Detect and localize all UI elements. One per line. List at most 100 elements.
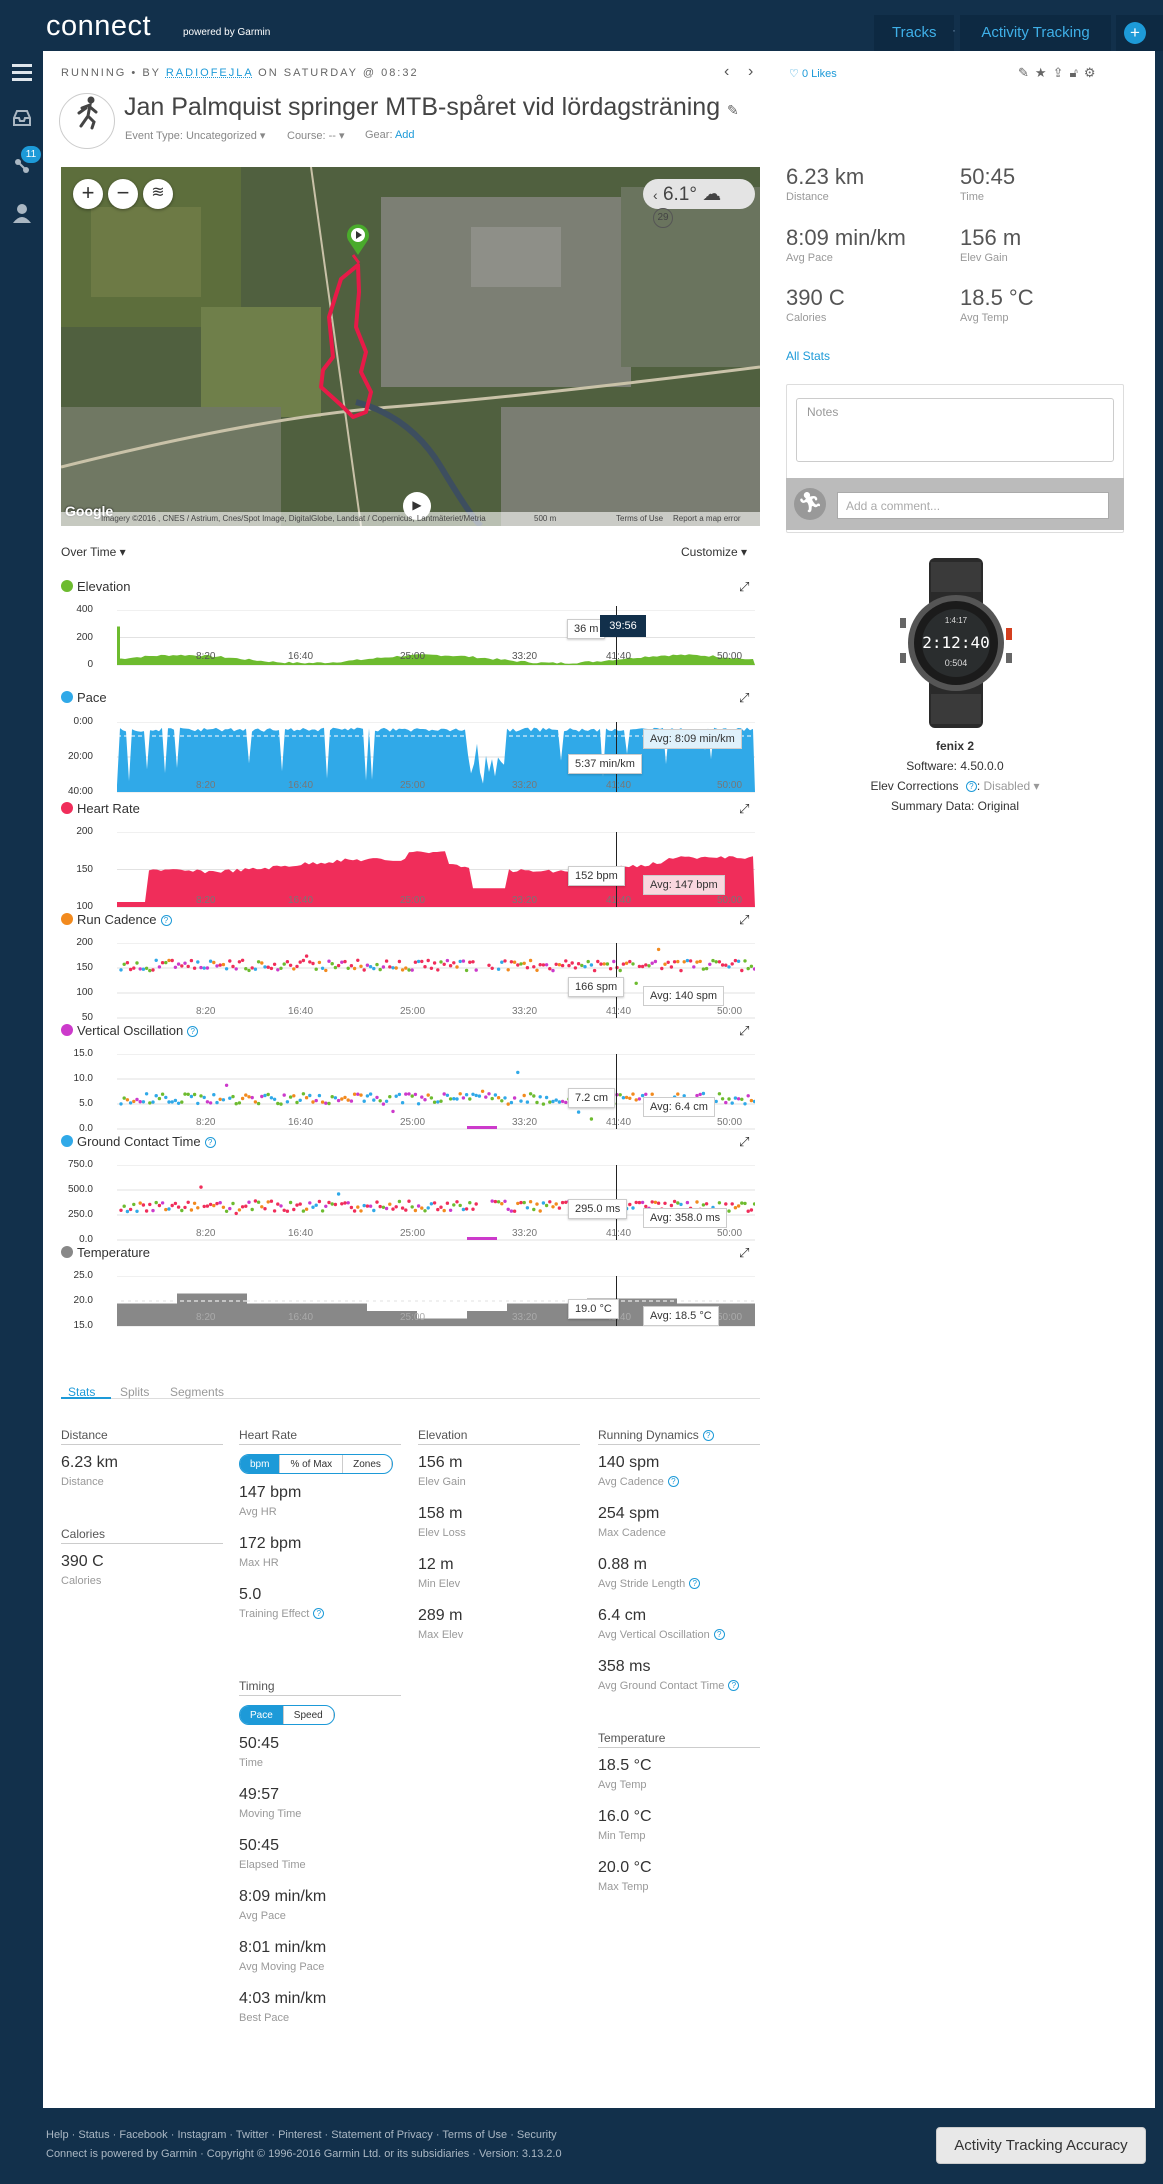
- data-point: [138, 1201, 142, 1205]
- timing-unit-toggle[interactable]: Pace Speed: [239, 1705, 335, 1725]
- info-icon[interactable]: ?: [187, 1026, 199, 1037]
- data-point: [343, 1201, 347, 1205]
- over-time-select[interactable]: Over Time ▾: [61, 545, 126, 559]
- next-activity-icon[interactable]: ›: [748, 63, 753, 81]
- expand-chart-icon[interactable]: ⤢: [739, 912, 749, 928]
- info-icon[interactable]: ?: [204, 1137, 216, 1148]
- profile-icon[interactable]: [9, 203, 34, 228]
- elev-corrections-select[interactable]: Disabled ▾: [983, 779, 1039, 793]
- notes-field[interactable]: Notes: [796, 398, 1114, 462]
- settings-gear-icon[interactable]: ⚙: [1084, 65, 1102, 80]
- notification-badge[interactable]: 11: [21, 146, 41, 163]
- data-point: [365, 1094, 370, 1098]
- toggle-option[interactable]: Zones: [343, 1455, 392, 1473]
- data-point: [151, 1208, 155, 1213]
- wind-speed: 29: [653, 208, 673, 228]
- info-icon[interactable]: ?: [713, 1629, 725, 1640]
- data-point: [272, 1097, 277, 1101]
- info-icon[interactable]: ?: [160, 915, 172, 926]
- info-icon[interactable]: ?: [313, 1608, 325, 1619]
- zoom-out-button[interactable]: −: [108, 179, 138, 209]
- zero-segment: [467, 1126, 497, 1129]
- chart-cursor-line[interactable]: [616, 1054, 617, 1129]
- data-point: [602, 962, 606, 966]
- info-icon[interactable]: ?: [728, 1680, 740, 1691]
- likes-button[interactable]: ♡ 0 Likes: [789, 67, 837, 80]
- info-icon[interactable]: ?: [702, 1430, 714, 1441]
- footer-links[interactable]: Help · Status · Facebook · Instagram · T…: [46, 2126, 562, 2145]
- previous-activity-icon[interactable]: ‹: [724, 63, 729, 81]
- add-gear-link[interactable]: Add: [395, 129, 415, 141]
- data-point: [173, 1201, 178, 1206]
- expand-chart-icon[interactable]: ⤢: [739, 1245, 749, 1261]
- map-report-link[interactable]: Report a map error: [673, 514, 741, 523]
- connect-logo[interactable]: connect: [46, 10, 151, 43]
- x-tick-label: 50:00: [717, 1006, 743, 1017]
- data-point: [234, 1211, 238, 1216]
- map-terms-link[interactable]: Terms of Use: [616, 514, 663, 523]
- y-tick-label: 5.0: [79, 1098, 93, 1109]
- info-icon[interactable]: ?: [965, 781, 977, 792]
- event-type-select[interactable]: Event Type: Uncategorized ▾: [125, 129, 265, 142]
- nav-tracks[interactable]: Tracks: [874, 15, 954, 51]
- start-marker-icon[interactable]: [345, 223, 371, 255]
- edit-icon[interactable]: ✎: [1018, 65, 1035, 80]
- data-point: [711, 958, 715, 963]
- map-layers-icon[interactable]: ≋: [143, 179, 173, 209]
- expand-chart-icon[interactable]: ⤢: [739, 801, 749, 817]
- toggle-option[interactable]: Pace: [240, 1706, 284, 1724]
- user-link[interactable]: RADIOFEJLA: [166, 67, 253, 79]
- menu-icon[interactable]: [9, 63, 34, 88]
- tab-splits[interactable]: Splits: [120, 1385, 149, 1399]
- tab-segments[interactable]: Segments: [170, 1385, 224, 1399]
- weather-widget[interactable]: ‹ 6.1° ☁ 29: [643, 179, 755, 228]
- comment-input[interactable]: Add a comment...: [837, 492, 1109, 519]
- expand-chart-icon[interactable]: ⤢: [739, 1134, 749, 1150]
- share-icon[interactable]: ⇪: [1053, 65, 1070, 80]
- data-point: [132, 1202, 136, 1207]
- chart-average-label: Avg: 6.4 cm: [643, 1096, 715, 1117]
- customize-select[interactable]: Customize ▾: [681, 545, 747, 559]
- expand-chart-icon[interactable]: ⤢: [739, 579, 749, 595]
- info-icon[interactable]: ?: [667, 1476, 679, 1487]
- add-button[interactable]: +: [1124, 22, 1146, 44]
- data-point: [634, 1098, 638, 1102]
- stat-label: Min Temp: [598, 1830, 646, 1842]
- series-color-dot: [61, 691, 73, 703]
- weather-collapse-icon[interactable]: ‹: [653, 187, 658, 203]
- x-tick-label: 41:40: [606, 895, 632, 906]
- all-stats-link[interactable]: All Stats: [786, 349, 830, 363]
- data-point: [692, 965, 696, 969]
- zoom-in-button[interactable]: +: [73, 179, 103, 209]
- data-point: [404, 1092, 408, 1096]
- activity-map[interactable]: + − ≋ ‹ 6.1° ☁ 29 ▶ Google Imagery ©2016…: [61, 167, 760, 526]
- data-point: [666, 960, 670, 964]
- data-point: [362, 1099, 366, 1103]
- course-select[interactable]: Course: -- ▾: [287, 129, 344, 142]
- data-point: [746, 1209, 750, 1213]
- star-icon[interactable]: ★: [1035, 65, 1053, 80]
- toggle-option[interactable]: % of Max: [280, 1455, 344, 1473]
- toggle-option[interactable]: Speed: [284, 1706, 334, 1724]
- privacy-icon[interactable]: 🔓︎: [1069, 65, 1083, 80]
- activity-tracking-accuracy-button[interactable]: Activity Tracking Accuracy: [936, 2127, 1146, 2164]
- heart-unit-toggle[interactable]: bpm% of Max Zones: [239, 1454, 393, 1474]
- data-point: [522, 1093, 526, 1098]
- nav-activity-tracking[interactable]: Activity Tracking: [960, 15, 1111, 51]
- data-point: [583, 965, 587, 969]
- data-point: [612, 959, 616, 964]
- data-point: [749, 1098, 754, 1103]
- inbox-icon[interactable]: [9, 109, 34, 134]
- expand-chart-icon[interactable]: ⤢: [739, 1023, 749, 1039]
- data-point: [468, 1201, 472, 1205]
- toggle-option[interactable]: bpm: [240, 1455, 281, 1473]
- data-point: [672, 1199, 677, 1204]
- data-point: [551, 1205, 555, 1209]
- activity-title[interactable]: Jan Palmquist springer MTB-spåret vid lö…: [124, 93, 739, 122]
- data-point: [148, 1101, 152, 1105]
- expand-chart-icon[interactable]: ⤢: [739, 690, 749, 706]
- info-icon[interactable]: ?: [689, 1578, 701, 1589]
- edit-title-icon[interactable]: ✎: [727, 102, 739, 118]
- data-point: [503, 1199, 507, 1203]
- data-point: [464, 968, 469, 973]
